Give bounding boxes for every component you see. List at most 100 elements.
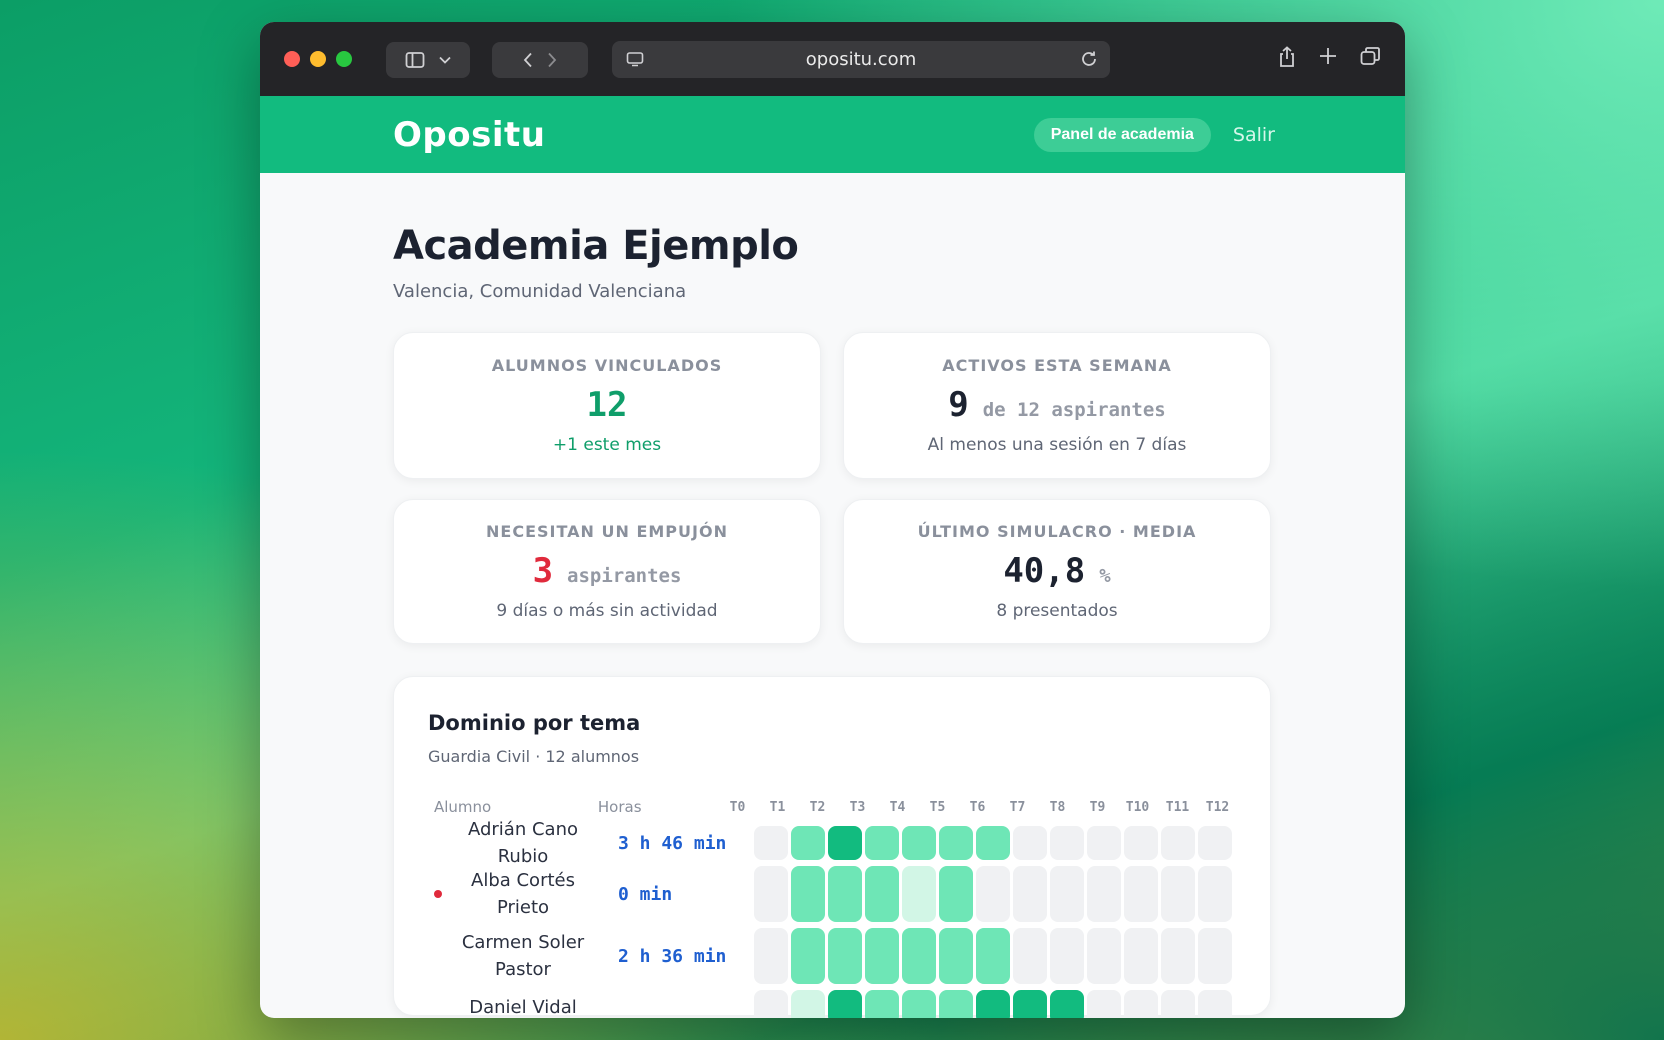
minimize-window-button[interactable]: [310, 51, 326, 67]
topic-mastery-cell[interactable]: [1087, 866, 1121, 922]
browser-actions: [1278, 46, 1381, 68]
topic-mastery-cell[interactable]: [1087, 928, 1121, 984]
student-row[interactable]: Daniel Vidal: [428, 990, 1236, 1018]
topic-headers: T0 T1 T2 T3 T4 T5 T6 T7 T8 T9 T10 T11 T12: [719, 800, 1236, 815]
topic-mastery-cell[interactable]: [1124, 826, 1158, 860]
sidebar-toggle-button[interactable]: [386, 42, 470, 78]
stat-value: 40,8: [1003, 551, 1086, 591]
topic-mastery-cell[interactable]: [976, 866, 1010, 922]
student-name[interactable]: Alba Cortés Prieto: [428, 867, 618, 921]
window-controls: [284, 51, 352, 67]
student-row[interactable]: Alba Cortés Prieto 0 min: [428, 866, 1236, 922]
student-hours: 2 h 36 min: [618, 945, 727, 967]
topic-mastery-cell[interactable]: [1161, 928, 1195, 984]
back-arrow-icon[interactable]: [523, 52, 533, 68]
topic-header: T12: [1205, 799, 1230, 815]
topic-mastery-cell[interactable]: [754, 990, 788, 1018]
topic-mastery-cell[interactable]: [754, 826, 788, 860]
topic-mastery-cell[interactable]: [902, 990, 936, 1018]
topic-mastery-cell[interactable]: [1013, 990, 1047, 1018]
topic-mastery-cell[interactable]: [828, 826, 862, 860]
topic-mastery-cell[interactable]: [1124, 866, 1158, 922]
topic-mastery-cell[interactable]: [791, 866, 825, 922]
topic-mastery-cell[interactable]: [1198, 866, 1232, 922]
logout-link[interactable]: Salir: [1233, 124, 1275, 146]
topic-header: T10: [1125, 799, 1150, 815]
topic-mastery-cell[interactable]: [1198, 826, 1232, 860]
tab-overview-icon[interactable]: [1360, 46, 1381, 66]
address-bar[interactable]: opositu.com: [612, 41, 1110, 78]
topic-mastery-cell[interactable]: [791, 990, 825, 1018]
topic-mastery-cell[interactable]: [1198, 990, 1232, 1018]
topic-mastery-cell[interactable]: [1124, 928, 1158, 984]
topic-mastery-cell[interactable]: [1050, 866, 1084, 922]
stat-label: ALUMNOS VINCULADOS: [491, 356, 723, 375]
topic-mastery-cell[interactable]: [939, 928, 973, 984]
topic-mastery-cell[interactable]: [865, 826, 899, 860]
topic-mastery-cell[interactable]: [791, 928, 825, 984]
topic-mastery-cell[interactable]: [828, 928, 862, 984]
topic-mastery-cell[interactable]: [939, 826, 973, 860]
header-nav: Panel de academia Salir: [1033, 117, 1275, 152]
topic-mastery-cell[interactable]: [1013, 928, 1047, 984]
zoom-window-button[interactable]: [336, 51, 352, 67]
student-row[interactable]: Adrián Cano Rubio 3 h 46 min: [428, 819, 1236, 867]
new-tab-icon[interactable]: [1318, 46, 1338, 66]
stat-value-row: 3 aspirantes: [533, 551, 682, 591]
topic-mastery-cell[interactable]: [828, 866, 862, 922]
topic-mastery-cell[interactable]: [1087, 826, 1121, 860]
topic-mastery-cell[interactable]: [902, 928, 936, 984]
app-logo[interactable]: Opositu: [393, 115, 545, 155]
topic-mastery-card: Dominio por tema Guardia Civil · 12 alum…: [393, 676, 1271, 1018]
topic-mastery-cell[interactable]: [1161, 866, 1195, 922]
stat-note: Al menos una sesión en 7 días: [927, 435, 1187, 455]
topic-mastery-cell[interactable]: [976, 990, 1010, 1018]
topic-mastery-subtitle: Guardia Civil · 12 alumnos: [428, 747, 640, 766]
topic-mastery-cell[interactable]: [1087, 990, 1121, 1018]
topic-mastery-cell[interactable]: [865, 928, 899, 984]
topic-mastery-cell[interactable]: [939, 866, 973, 922]
topic-mastery-cell[interactable]: [1161, 990, 1195, 1018]
student-name[interactable]: Carmen Soler Pastor: [428, 929, 618, 983]
topic-mastery-cell[interactable]: [902, 866, 936, 922]
address-url: opositu.com: [805, 49, 917, 70]
student-name[interactable]: Daniel Vidal: [439, 994, 606, 1019]
main-content: Academia Ejemplo Valencia, Comunidad Val…: [260, 173, 1405, 1018]
student-name[interactable]: Adrián Cano Rubio: [428, 816, 618, 870]
academy-panel-button[interactable]: Panel de academia: [1033, 117, 1211, 152]
topic-mastery-cell[interactable]: [976, 826, 1010, 860]
topic-mastery-cell[interactable]: [791, 826, 825, 860]
page-settings-icon[interactable]: [626, 51, 644, 67]
hours-column-header[interactable]: Horas: [598, 798, 719, 816]
reload-icon[interactable]: [1080, 50, 1098, 68]
topic-mastery-cell[interactable]: [865, 866, 899, 922]
stat-unit: de 12 aspirantes: [982, 399, 1166, 421]
forward-arrow-icon[interactable]: [547, 52, 557, 68]
topic-header: T0: [729, 799, 746, 815]
topic-mastery-cell[interactable]: [754, 928, 788, 984]
topic-mastery-cell[interactable]: [1013, 866, 1047, 922]
topic-mastery-cell[interactable]: [1124, 990, 1158, 1018]
topic-mastery-cell[interactable]: [1050, 826, 1084, 860]
student-name-cell: Adrián Cano Rubio: [428, 819, 618, 867]
topic-mastery-cell[interactable]: [1013, 826, 1047, 860]
topic-mastery-cell[interactable]: [1161, 826, 1195, 860]
topic-mastery-cell[interactable]: [1050, 928, 1084, 984]
close-window-button[interactable]: [284, 51, 300, 67]
topic-mastery-cell[interactable]: [902, 826, 936, 860]
topic-mastery-cell[interactable]: [828, 990, 862, 1018]
topic-cells: [754, 866, 1232, 922]
stat-label: ÚLTIMO SIMULACRO · MEDIA: [917, 522, 1197, 541]
topic-mastery-cell[interactable]: [939, 990, 973, 1018]
stat-note: +1 este mes: [552, 435, 662, 455]
topic-mastery-cell[interactable]: [1050, 990, 1084, 1018]
topic-mastery-cell[interactable]: [865, 990, 899, 1018]
stat-label: ACTIVOS ESTA SEMANA: [942, 356, 1172, 375]
student-column-header[interactable]: Alumno: [428, 798, 598, 816]
topic-mastery-cell[interactable]: [754, 866, 788, 922]
share-icon[interactable]: [1278, 46, 1296, 68]
topic-mastery-cell[interactable]: [976, 928, 1010, 984]
student-row[interactable]: Carmen Soler Pastor 2 h 36 min: [428, 928, 1236, 984]
stat-note: 9 días o más sin actividad: [496, 601, 718, 621]
topic-mastery-cell[interactable]: [1198, 928, 1232, 984]
